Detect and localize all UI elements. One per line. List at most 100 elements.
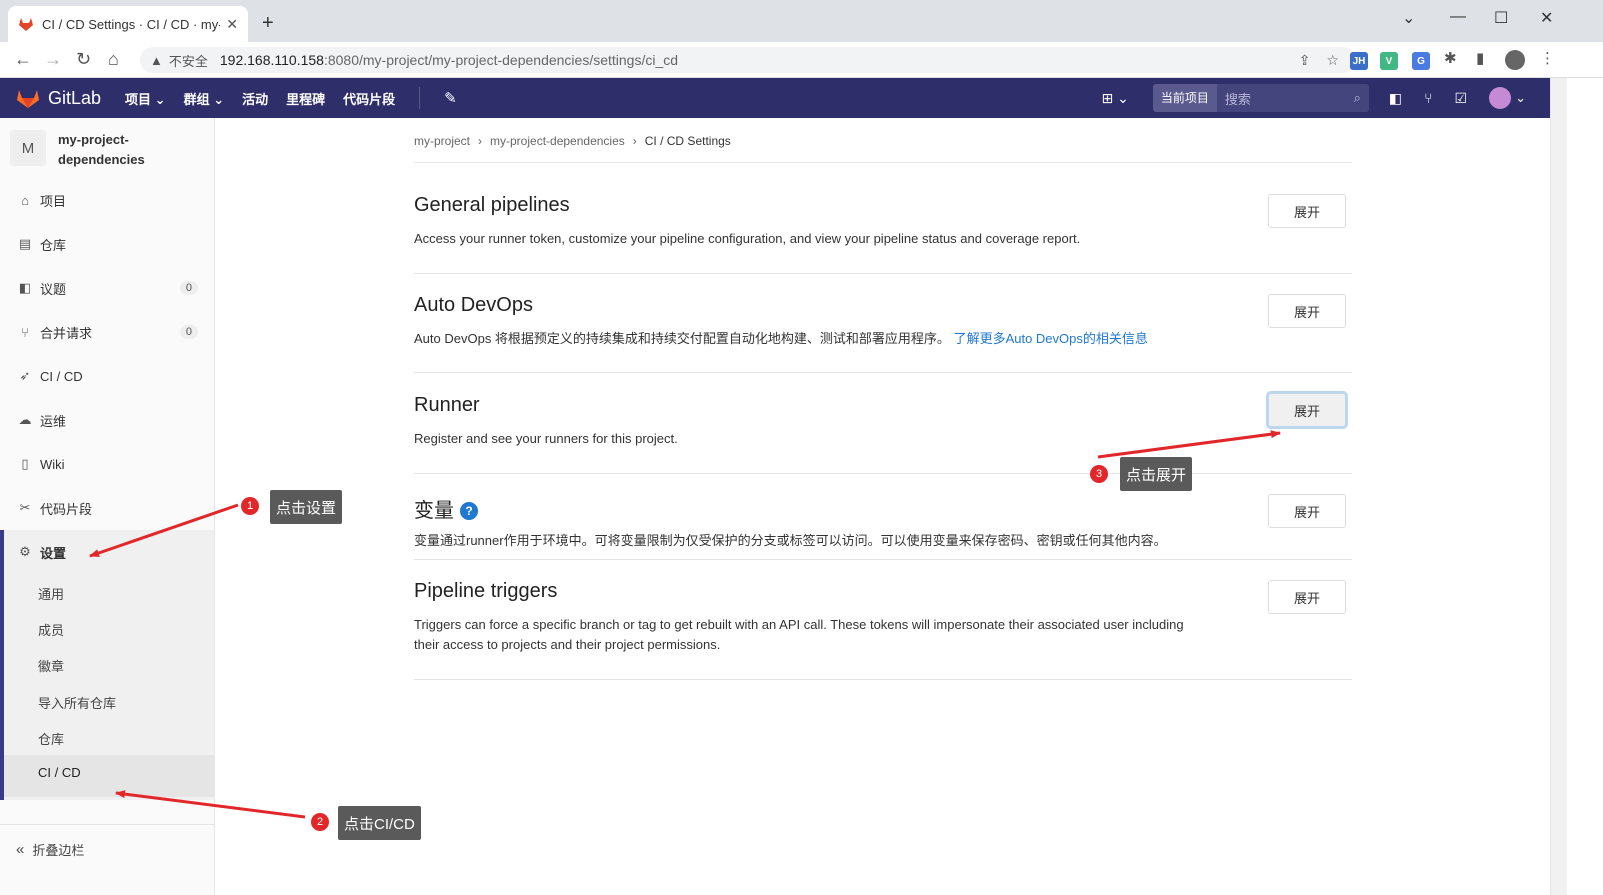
section-title: Runner [414, 394, 480, 416]
breadcrumb: my-project › my-project-dependencies › C… [414, 134, 731, 148]
plus-dropdown-icon[interactable]: ⊞ ⌄ [1102, 90, 1129, 107]
browser-tab[interactable]: CI / CD Settings · CI / CD · my- ✕ [8, 6, 248, 42]
sidebar-item-project[interactable]: ⌂ 项目 [0, 178, 214, 222]
reload-icon[interactable]: ↻ [76, 49, 91, 70]
settings-sub-members[interactable]: 成员 [38, 620, 64, 639]
expand-button[interactable]: 展开 [1268, 393, 1346, 427]
collapse-sidebar-button[interactable]: «折叠边栏 [0, 824, 214, 874]
user-avatar[interactable]: ⌄ [1489, 87, 1526, 109]
sidebar-item-settings[interactable]: ⚙ 设置 [0, 530, 214, 574]
settings-sub-badges[interactable]: 徽章 [38, 656, 64, 675]
nav-groups[interactable]: 群组 ⌄ [184, 89, 225, 108]
merge-request-icon[interactable]: ⑂ [1424, 90, 1432, 106]
search-scope[interactable]: 当前项目 [1152, 84, 1217, 112]
annotation-label: 点击CI/CD [338, 806, 421, 840]
sidebar-item-repository[interactable]: ▤ 仓库 [0, 222, 214, 266]
window-close-icon[interactable]: ✕ [1540, 8, 1553, 28]
nav-milestones[interactable]: 里程碑 [286, 89, 325, 108]
browser-tab-bar: CI / CD Settings · CI / CD · my- ✕ + ⌄ —… [0, 0, 1603, 42]
section-description: Triggers can force a specific branch or … [414, 617, 1184, 652]
annotation-label: 点击展开 [1120, 457, 1193, 491]
search-box[interactable]: 当前项目 搜索 ⌕ [1152, 84, 1369, 112]
new-tab-icon[interactable]: + [262, 12, 274, 35]
sidepanel-icon[interactable]: ▮ [1476, 49, 1484, 67]
nav-projects[interactable]: 项目 ⌄ [125, 89, 166, 108]
page-scrollbar[interactable] [1550, 78, 1567, 895]
sidebar-item-issues[interactable]: ◧ 议题 0 [0, 266, 214, 310]
section-title: 变量? [414, 494, 1352, 523]
todo-icon[interactable]: ☑ [1455, 90, 1468, 107]
sidebar-item-snippets[interactable]: ✂ 代码片段 [0, 486, 214, 530]
wrench-icon[interactable]: ✎ [444, 89, 457, 107]
expand-button[interactable]: 展开 [1268, 494, 1346, 528]
breadcrumb-current: CI / CD Settings [644, 134, 731, 148]
settings-sub-general[interactable]: 通用 [38, 584, 64, 603]
profile-avatar[interactable] [1505, 50, 1525, 70]
project-header[interactable]: M my-project- dependencies [0, 118, 214, 182]
minimize-icon[interactable]: — [1450, 8, 1466, 26]
breadcrumb-subproject[interactable]: my-project-dependencies [490, 134, 625, 148]
brand-name: GitLab [48, 87, 102, 108]
chevron-right-icon: › [632, 134, 637, 148]
url-path: :8080/my-project/my-project-dependencies… [323, 52, 679, 68]
breadcrumb-project[interactable]: my-project [414, 134, 470, 148]
doc-icon: ▤ [18, 236, 32, 251]
gitlab-logo-icon [17, 90, 39, 108]
section-variables: 变量? 变量通过runner作用于环境中。可将变量限制为仅受保护的分支或标签可以… [414, 494, 1352, 560]
help-icon[interactable]: ? [460, 502, 478, 520]
extension-vue-icon[interactable]: V [1380, 52, 1398, 70]
home-icon[interactable]: ⌂ [108, 49, 119, 70]
forward-icon[interactable]: → [44, 49, 62, 70]
home-icon: ⌂ [21, 192, 29, 208]
expand-button[interactable]: 展开 [1268, 194, 1346, 228]
issues-icon[interactable]: ◧ [1389, 90, 1402, 107]
extension-jh-icon[interactable]: JH [1350, 52, 1368, 70]
close-icon[interactable]: ✕ [226, 16, 238, 33]
cloud-icon: ☁ [18, 412, 32, 427]
section-description: 变量通过runner作用于环境中。可将变量限制为仅受保护的分支或标签可以访问。可… [414, 533, 1167, 548]
project-sidebar: M my-project- dependencies ⌂ 项目 ▤ 仓库 ◧ 议题 0 … [0, 118, 215, 895]
back-icon[interactable]: ← [14, 49, 32, 70]
page-margin [1567, 78, 1603, 895]
menu-kebab-icon[interactable]: ⋮ [1540, 49, 1555, 67]
section-general-pipelines: General pipelines Access your runner tok… [414, 194, 1352, 274]
sidebar-item-wiki[interactable]: ▯ Wiki [0, 442, 214, 486]
rocket-icon: ➶ [19, 368, 31, 383]
sidebar-item-merge-requests[interactable]: ⑂ 合并请求 0 [0, 310, 214, 354]
nav-snippets[interactable]: 代码片段 [343, 89, 395, 108]
settings-sub-import[interactable]: 导入所有仓库 [38, 693, 116, 712]
star-icon[interactable]: ☆ [1326, 52, 1339, 69]
nav-activity[interactable]: 活动 [242, 89, 268, 108]
merge-icon: ⑂ [21, 324, 29, 340]
project-name-line2: dependencies [58, 152, 145, 167]
url-input[interactable]: ▲ 不安全 192.168.110.158 :8080/my-project/m… [140, 47, 1355, 73]
warning-icon: ▲ [150, 52, 163, 68]
share-icon[interactable]: ⇪ [1299, 52, 1311, 69]
section-title: Pipeline triggers [414, 580, 558, 602]
expand-button[interactable]: 展开 [1268, 580, 1346, 614]
sidebar-item-operations[interactable]: ☁ 运维 [0, 398, 214, 442]
puzzle-icon[interactable]: ✱ [1444, 49, 1457, 67]
gear-icon: ⚙ [19, 544, 31, 559]
search-input[interactable]: 搜索 ⌕ [1216, 84, 1369, 112]
learn-more-link[interactable]: 了解更多Auto DevOps的相关信息 [954, 331, 1148, 346]
gitlab-logo[interactable]: GitLab [16, 87, 101, 109]
tab-title: CI / CD Settings · CI / CD · my- [42, 16, 221, 32]
scissors-icon: ✂ [19, 500, 31, 515]
url-host: 192.168.110.158 [219, 52, 324, 68]
settings-sub-cicd[interactable]: CI / CD [38, 765, 81, 780]
maximize-icon[interactable]: ☐ [1494, 8, 1508, 28]
active-subitem-highlight [4, 755, 214, 797]
gitlab-favicon-icon [19, 18, 33, 31]
mr-count-badge: 0 [179, 325, 198, 339]
section-auto-devops: Auto DevOps Auto DevOps 将根据预定义的持续集成和持续交付… [414, 294, 1352, 373]
double-chevron-left-icon: « [16, 841, 25, 858]
sidebar-item-cicd[interactable]: ➶ CI / CD [0, 354, 214, 398]
section-runner: Runner Register and see your runners for… [414, 393, 1352, 474]
chevron-down-icon[interactable]: ⌄ [1402, 8, 1415, 28]
settings-sub-repository[interactable]: 仓库 [38, 729, 64, 748]
annotation-number: 3 [1090, 465, 1108, 483]
extension-translate-icon[interactable]: G [1412, 52, 1430, 70]
expand-button[interactable]: 展开 [1268, 294, 1346, 328]
section-title: Auto DevOps [414, 294, 533, 316]
